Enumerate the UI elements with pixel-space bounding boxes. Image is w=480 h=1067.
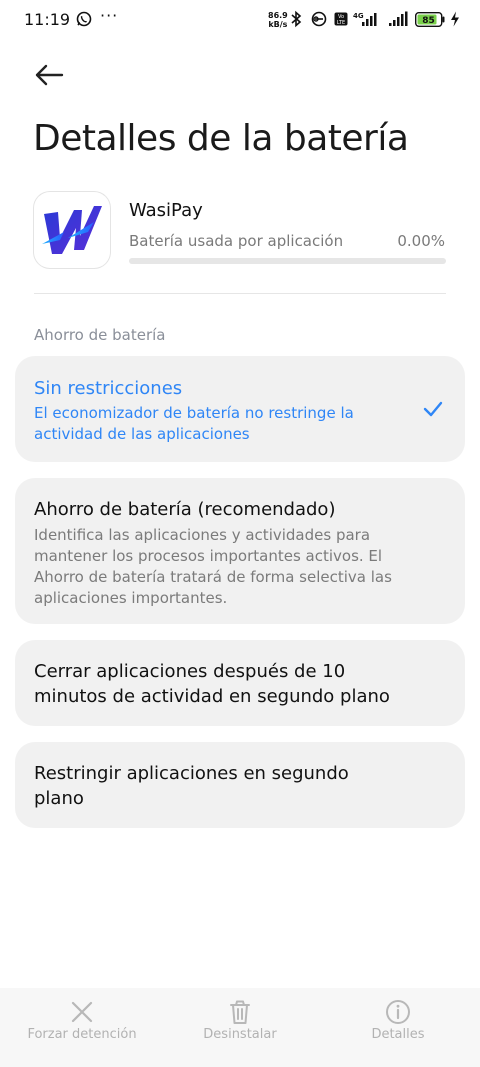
battery-usage-value: 0.00% — [397, 232, 445, 250]
trash-icon — [230, 1000, 250, 1024]
svg-text:LTE: LTE — [337, 20, 345, 26]
status-bar: 11:19 ··· 86.9 kB/s Vo LTE 4G 85 — [0, 0, 480, 40]
svg-text:4G: 4G — [353, 12, 364, 20]
battery-level-text: 85 — [422, 16, 435, 26]
wasipay-logo-icon — [42, 206, 102, 254]
force-stop-button[interactable]: Forzar detención — [2, 988, 162, 1067]
app-icon — [34, 192, 110, 268]
section-header-battery-saver: Ahorro de batería — [34, 326, 166, 344]
signal-4g-icon: 4G — [353, 12, 377, 26]
option-title: Cerrar aplicaciones después de 10 minuto… — [34, 661, 390, 707]
whatsapp-icon — [76, 11, 92, 27]
battery-usage-bar — [129, 258, 446, 264]
option-description: Identifica las aplicaciones y actividade… — [34, 526, 392, 607]
status-time: 11:19 — [24, 10, 71, 29]
more-notifications-icon: ··· — [100, 6, 119, 25]
option-restrict-background-apps[interactable]: Restringir aplicaciones en segundo plano — [15, 742, 465, 828]
divider — [34, 293, 446, 294]
details-label: Detalles — [371, 1027, 425, 1042]
force-stop-label: Forzar detención — [27, 1027, 137, 1042]
app-name: WasiPay — [129, 200, 203, 221]
option-no-restrictions[interactable]: Sin restricciones El economizador de bat… — [15, 356, 465, 462]
close-icon — [71, 1001, 93, 1023]
charging-icon — [451, 11, 459, 27]
battery-icon: 85 — [415, 12, 445, 27]
option-title: Restringir aplicaciones en segundo plano — [34, 763, 349, 809]
page-title: Detalles de la batería — [33, 118, 409, 159]
network-speed-value: 86.9 — [268, 11, 288, 20]
option-title: Sin restricciones — [34, 378, 183, 399]
bottom-action-bar: Forzar detención Desinstalar Detalles — [0, 988, 480, 1067]
option-title: Ahorro de batería (recomendado) — [34, 499, 336, 520]
network-speed: 86.9 kB/s — [268, 11, 288, 29]
network-speed-unit: kB/s — [268, 20, 288, 29]
volte-icon: Vo LTE — [334, 12, 348, 26]
option-description: El economizador de batería no restringe … — [34, 404, 354, 443]
info-icon — [386, 1000, 410, 1024]
battery-usage-label: Batería usada por aplicación — [129, 232, 344, 250]
uninstall-button[interactable]: Desinstalar — [160, 988, 320, 1067]
details-button[interactable]: Detalles — [318, 988, 478, 1067]
option-close-apps-after-10-min[interactable]: Cerrar aplicaciones después de 10 minuto… — [15, 640, 465, 726]
bluetooth-icon — [291, 10, 302, 28]
option-battery-saver-recommended[interactable]: Ahorro de batería (recomendado) Identifi… — [15, 478, 465, 624]
uninstall-label: Desinstalar — [203, 1027, 277, 1042]
back-arrow-icon[interactable] — [34, 60, 64, 90]
signal-icon — [389, 11, 408, 26]
hd-icon — [311, 11, 327, 27]
checkmark-icon — [423, 401, 443, 417]
